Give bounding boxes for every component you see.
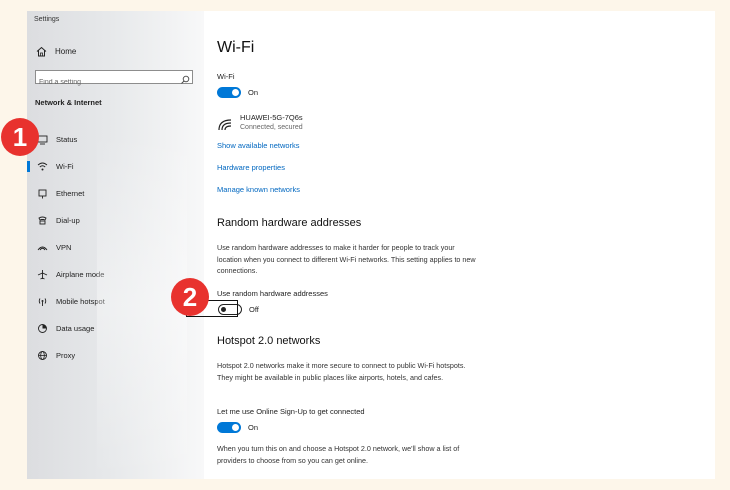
hotspot-heading: Hotspot 2.0 networks <box>217 335 321 347</box>
globe-icon <box>36 350 48 362</box>
show-available-networks-link[interactable]: Show available networks <box>217 141 300 150</box>
sidebar-item-label: Status <box>56 135 78 144</box>
sidebar-item-label: Dial-up <box>56 216 80 225</box>
section-title: Network & Internet <box>35 98 102 107</box>
vpn-icon <box>36 242 48 254</box>
step-2-badge: 2 <box>171 278 209 316</box>
random-hw-toggle-state: Off <box>249 305 259 314</box>
hotspot-toggle[interactable]: On <box>217 422 258 433</box>
sidebar-item-label: VPN <box>56 243 72 252</box>
sidebar-item-label: Wi-Fi <box>56 162 74 171</box>
search-input[interactable] <box>36 76 179 89</box>
sidebar-item-data-usage[interactable]: Data usage <box>27 315 204 342</box>
random-hw-heading: Random hardware addresses <box>217 217 362 229</box>
random-hw-toggle-label: Use random hardware addresses <box>217 289 328 298</box>
ethernet-icon <box>36 188 48 200</box>
search-icon[interactable] <box>180 72 190 84</box>
sidebar-item-status[interactable]: Status <box>27 126 204 153</box>
sidebar-item-wifi[interactable]: Wi-Fi <box>27 153 204 180</box>
wifi-switch[interactable] <box>217 87 241 98</box>
search-box[interactable] <box>35 70 193 89</box>
hotspot-note: When you turn this on and choose a Hotsp… <box>217 444 460 465</box>
sidebar-item-label: Mobile hotspot <box>56 297 105 306</box>
data-usage-icon <box>36 323 48 335</box>
dial-up-icon <box>36 215 48 227</box>
sidebar-nav: Status Wi-Fi Ethernet Dial-up VPN Airpla… <box>27 126 204 369</box>
sidebar-item-vpn[interactable]: VPN <box>27 234 204 261</box>
network-status: Connected, secured <box>240 124 303 131</box>
hotspot-icon <box>36 296 48 308</box>
sidebar-item-dial-up[interactable]: Dial-up <box>27 207 204 234</box>
hotspot-switch[interactable] <box>217 422 241 433</box>
home-label: Home <box>55 46 77 56</box>
network-name: HUAWEI-5G-7Q6s <box>240 113 303 122</box>
sidebar-item-label: Airplane mode <box>56 270 105 279</box>
sidebar-item-proxy[interactable]: Proxy <box>27 342 204 369</box>
page-title: Wi-Fi <box>217 39 255 56</box>
sidebar-item-ethernet[interactable]: Ethernet <box>27 180 204 207</box>
hotspot-description: Hotspot 2.0 networks make it more secure… <box>217 361 466 382</box>
sidebar-item-label: Proxy <box>56 351 76 360</box>
manage-known-networks-link[interactable]: Manage known networks <box>217 185 300 194</box>
wifi-toggle[interactable]: On <box>217 87 258 98</box>
wifi-toggle-state: On <box>248 88 259 97</box>
wifi-icon <box>36 161 48 173</box>
sidebar-item-label: Ethernet <box>56 189 85 198</box>
sidebar: Settings Home Network & Internet Status <box>27 11 204 479</box>
random-hw-description: Use random hardware addresses to make it… <box>217 243 476 275</box>
main-content: Wi-Fi Wi-Fi On HUAWEI-5G-7Q6s Connected,… <box>217 11 707 479</box>
hardware-properties-link[interactable]: Hardware properties <box>217 163 285 172</box>
step-1-badge: 1 <box>1 118 39 156</box>
window-title: Settings <box>34 16 60 23</box>
settings-window: Settings Home Network & Internet Status <box>27 11 715 479</box>
airplane-icon <box>36 269 48 281</box>
hotspot-toggle-label: Let me use Online Sign-Up to get connect… <box>217 407 365 416</box>
wifi-signal-icon <box>217 116 233 132</box>
sidebar-item-home[interactable]: Home <box>35 44 76 58</box>
wifi-toggle-label: Wi-Fi <box>217 72 235 81</box>
hotspot-toggle-state: On <box>248 423 259 432</box>
sidebar-item-label: Data usage <box>56 324 95 333</box>
connected-network[interactable]: HUAWEI-5G-7Q6s Connected, secured <box>217 113 303 132</box>
home-icon <box>35 45 47 57</box>
